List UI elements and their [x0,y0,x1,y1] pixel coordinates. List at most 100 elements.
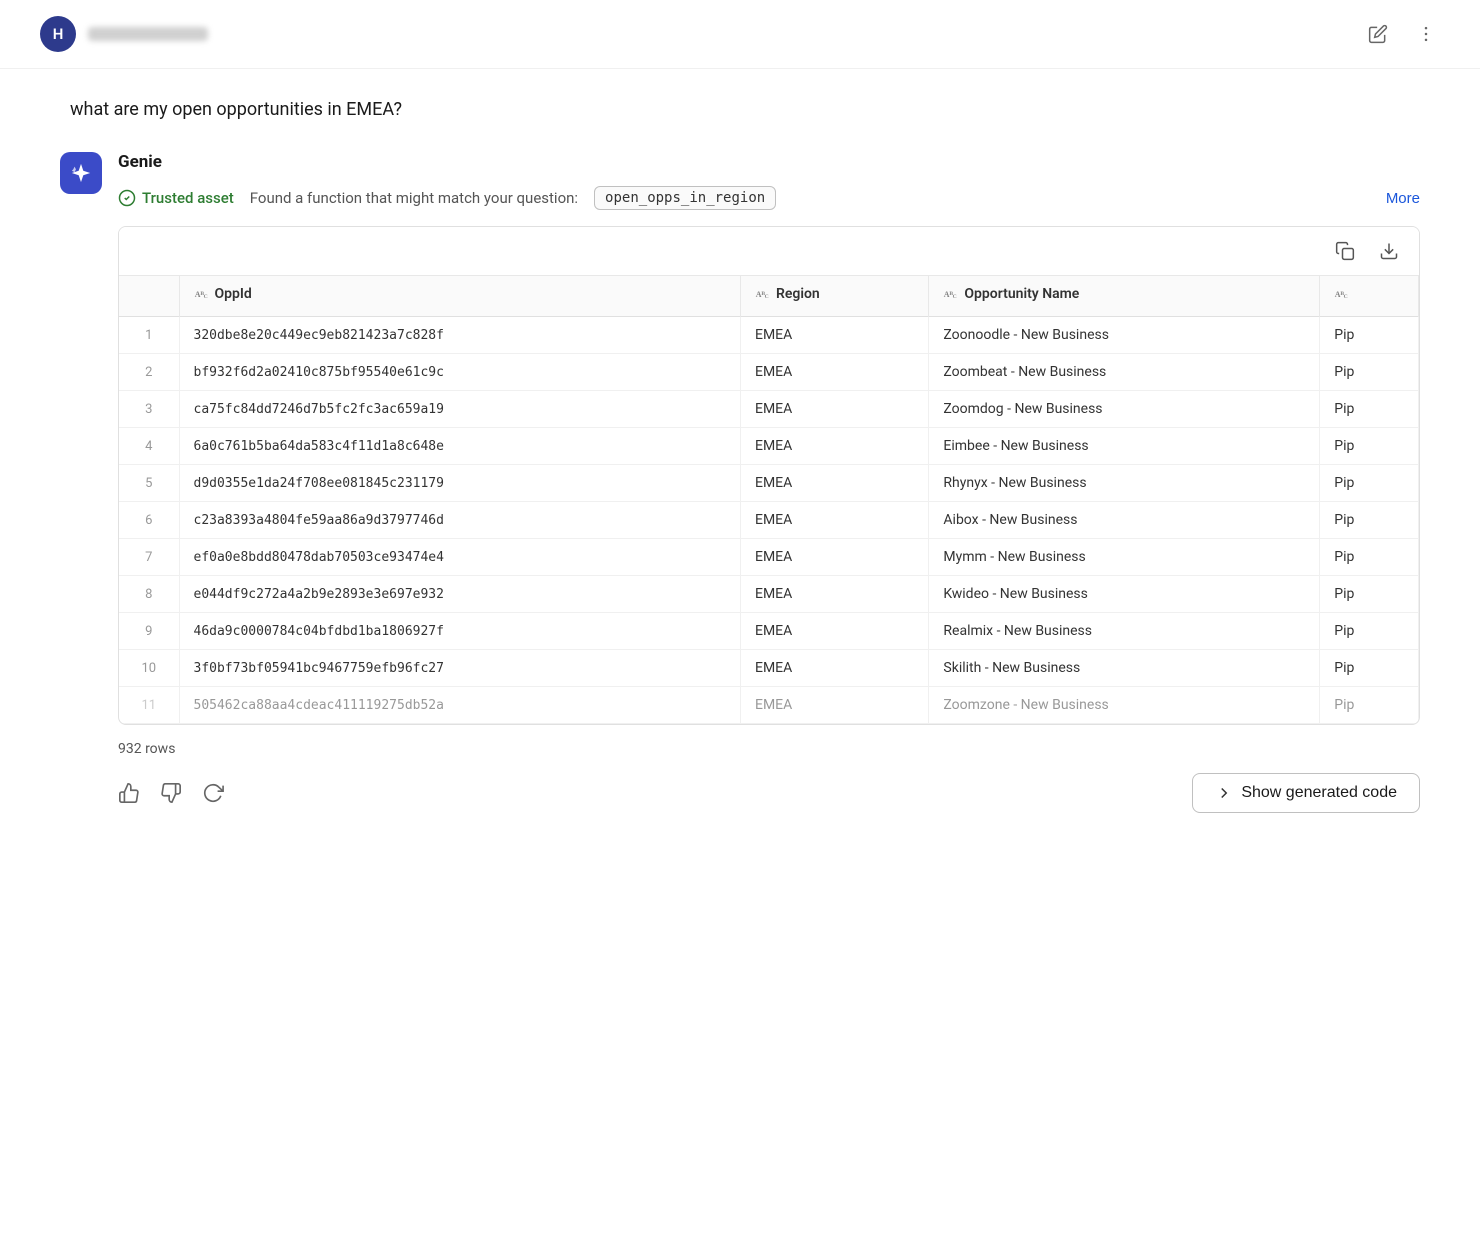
thumbs-down-button[interactable] [160,782,182,804]
top-bar: H [0,0,1480,69]
col-type-icon-extra: A B C [1334,286,1350,302]
svg-text:C: C [203,294,207,300]
cell-opp-id: 505462ca88aa4cdeac411119275db52a [179,687,740,724]
cell-region: EMEA [740,539,928,576]
col-header-opp-name[interactable]: A B C Opportunity Name [929,276,1320,317]
table-row: 9 46da9c0000784c04bfdbd1ba1806927f EMEA … [119,613,1419,650]
thumbs-down-icon [160,782,182,804]
page-container: H what are my open opport [0,0,1480,1240]
cell-opp-id: 6a0c761b5ba64da583c4f11d1a8c648e [179,428,740,465]
refresh-icon [202,782,224,804]
cell-opp-name: Zoombeat - New Business [929,354,1320,391]
cell-opp-name: Aibox - New Business [929,502,1320,539]
cell-opp-id: 3f0bf73bf05941bc9467759efb96fc27 [179,650,740,687]
cell-opp-name: Eimbee - New Business [929,428,1320,465]
cell-row-num: 1 [119,317,179,354]
cell-row-num: 8 [119,576,179,613]
cell-region: EMEA [740,687,928,724]
table-toolbar [119,227,1419,276]
cell-extra: Pip [1320,317,1419,354]
table-row: 10 3f0bf73bf05941bc9467759efb96fc27 EMEA… [119,650,1419,687]
genie-name: Genie [118,152,1420,172]
cell-extra: Pip [1320,687,1419,724]
svg-text:C: C [765,294,769,300]
table-row: 8 e044df9c272a4a2b9e2893e3e697e932 EMEA … [119,576,1419,613]
trusted-asset-label: Trusted asset [142,189,234,207]
user-name-blurred [88,27,208,41]
user-initial: H [53,25,64,43]
results-table: A B C OppId [119,276,1419,724]
bottom-action-bar: Show generated code [118,773,1420,813]
cell-region: EMEA [740,650,928,687]
table-row: 2 bf932f6d2a02410c875bf95540e61c9c EMEA … [119,354,1419,391]
download-icon [1379,241,1399,261]
cell-opp-id: ca75fc84dd7246d7b5fc2fc3ac659a19 [179,391,740,428]
trusted-asset-desc: Found a function that might match your q… [250,189,578,207]
check-circle-icon [118,189,136,207]
cell-region: EMEA [740,428,928,465]
thumbs-up-icon [118,782,140,804]
cell-opp-id: 46da9c0000784c04bfdbd1ba1806927f [179,613,740,650]
show-generated-code-button[interactable]: Show generated code [1192,773,1420,813]
cell-extra: Pip [1320,650,1419,687]
svg-text:C: C [1344,294,1348,300]
col-type-icon-region: A B C [755,286,771,302]
copy-button[interactable] [1331,237,1359,265]
cell-extra: Pip [1320,613,1419,650]
cell-opp-id: ef0a0e8bdd80478dab70503ce93474e4 [179,539,740,576]
cell-row-num: 2 [119,354,179,391]
col-header-region[interactable]: A B C Region [740,276,928,317]
cell-region: EMEA [740,613,928,650]
genie-response: Genie Trusted asset Found a function tha… [60,152,1420,813]
table-row: 3 ca75fc84dd7246d7b5fc2fc3ac659a19 EMEA … [119,391,1419,428]
cell-extra: Pip [1320,576,1419,613]
cell-opp-name: Rhynyx - New Business [929,465,1320,502]
data-table-container: A B C OppId [118,226,1420,725]
top-bar-right [1364,20,1440,48]
trusted-asset-bar: Trusted asset Found a function that migh… [118,186,1420,210]
cell-region: EMEA [740,465,928,502]
row-count: 932 rows [118,741,1420,757]
cell-opp-id: d9d0355e1da24f708ee081845c231179 [179,465,740,502]
more-menu-button[interactable] [1412,20,1440,48]
table-row: 4 6a0c761b5ba64da583c4f11d1a8c648e EMEA … [119,428,1419,465]
table-body: 1 320dbe8e20c449ec9eb821423a7c828f EMEA … [119,317,1419,724]
col-header-extra[interactable]: A B C [1320,276,1419,317]
cell-row-num: 4 [119,428,179,465]
cell-row-num: 3 [119,391,179,428]
cell-opp-name: Zoomzone - New Business [929,687,1320,724]
thumbs-up-button[interactable] [118,782,140,804]
table-row: 6 c23a8393a4804fe59aa86a9d3797746d EMEA … [119,502,1419,539]
cell-extra: Pip [1320,391,1419,428]
cell-region: EMEA [740,502,928,539]
user-avatar: H [40,16,76,52]
cell-opp-id: c23a8393a4804fe59aa86a9d3797746d [179,502,740,539]
more-vertical-icon [1416,24,1436,44]
download-button[interactable] [1375,237,1403,265]
genie-avatar [60,152,102,194]
table-row: 11 505462ca88aa4cdeac411119275db52a EMEA… [119,687,1419,724]
cell-row-num: 9 [119,613,179,650]
trusted-asset-badge: Trusted asset [118,189,234,207]
cell-region: EMEA [740,317,928,354]
show-code-label: Show generated code [1241,784,1397,802]
top-bar-left: H [40,16,208,52]
user-message-text: what are my open opportunities in EMEA? [70,99,402,120]
function-tag[interactable]: open_opps_in_region [594,186,776,210]
cell-row-num: 7 [119,539,179,576]
cell-row-num: 5 [119,465,179,502]
cell-extra: Pip [1320,428,1419,465]
col-header-oppid[interactable]: A B C OppId [179,276,740,317]
cell-opp-id: bf932f6d2a02410c875bf95540e61c9c [179,354,740,391]
col-header-row-num [119,276,179,317]
table-row: 7 ef0a0e8bdd80478dab70503ce93474e4 EMEA … [119,539,1419,576]
more-button[interactable]: More [1386,190,1420,207]
table-header-row: A B C OppId [119,276,1419,317]
cell-opp-name: Zoonoodle - New Business [929,317,1320,354]
table-row: 5 d9d0355e1da24f708ee081845c231179 EMEA … [119,465,1419,502]
cell-region: EMEA [740,576,928,613]
cell-opp-name: Kwideo - New Business [929,576,1320,613]
cell-opp-id: e044df9c272a4a2b9e2893e3e697e932 [179,576,740,613]
refresh-button[interactable] [202,782,224,804]
edit-button[interactable] [1364,20,1392,48]
